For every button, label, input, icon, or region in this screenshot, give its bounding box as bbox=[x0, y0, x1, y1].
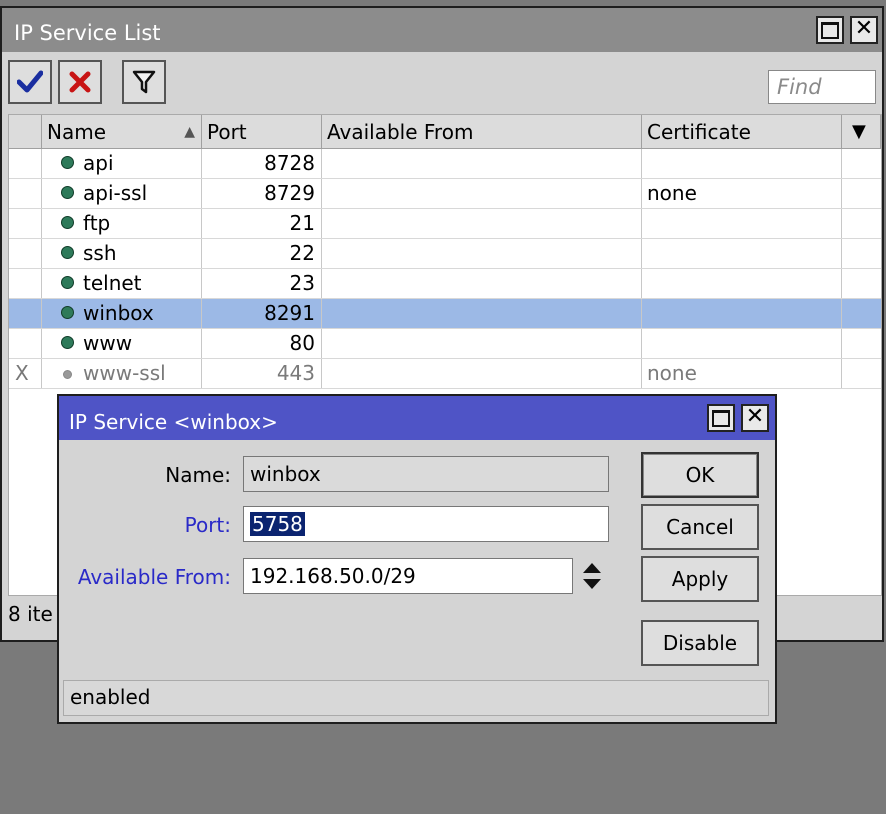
maximize-icon bbox=[821, 21, 839, 39]
disable-dialog-button[interactable]: Disable bbox=[641, 620, 759, 666]
column-menu-button[interactable]: ▼ bbox=[842, 115, 881, 148]
table-row[interactable]: api 8728 bbox=[9, 149, 881, 179]
column-header-available-from[interactable]: Available From bbox=[322, 115, 642, 148]
dropdown-arrow-icon: ▼ bbox=[852, 121, 866, 142]
name-field: winbox bbox=[243, 456, 609, 492]
window-title: IP Service List bbox=[14, 21, 161, 45]
close-icon: ✕ bbox=[854, 16, 874, 41]
dialog-close-button[interactable]: ✕ bbox=[741, 404, 769, 432]
add-remove-spinner[interactable] bbox=[581, 560, 603, 592]
ip-service-dialog: IP Service <winbox> ✕ Name: winbox Port:… bbox=[57, 394, 777, 724]
table-row[interactable]: api-ssl 8729 none bbox=[9, 179, 881, 209]
dialog-maximize-button[interactable] bbox=[707, 404, 735, 432]
enabled-dot-icon bbox=[61, 336, 74, 349]
maximize-button[interactable] bbox=[816, 16, 844, 44]
enabled-dot-icon bbox=[61, 246, 74, 259]
enable-button[interactable] bbox=[8, 60, 52, 104]
table-row[interactable]: telnet 23 bbox=[9, 269, 881, 299]
disabled-dot-icon bbox=[63, 370, 72, 379]
port-label: Port: bbox=[184, 513, 231, 537]
table-row[interactable]: ssh 22 bbox=[9, 239, 881, 269]
table-row[interactable]: www 80 bbox=[9, 329, 881, 359]
ok-button[interactable]: OK bbox=[641, 452, 759, 498]
available-from-label: Available From: bbox=[77, 565, 231, 589]
disabled-flag: X bbox=[9, 359, 42, 388]
sort-ascending-icon: ▲ bbox=[184, 124, 195, 140]
dialog-titlebar[interactable]: IP Service <winbox> ✕ bbox=[59, 396, 775, 440]
table-row-disabled[interactable]: X www-ssl 443 none bbox=[9, 359, 881, 389]
close-button[interactable]: ✕ bbox=[850, 16, 878, 44]
name-label: Name: bbox=[165, 463, 231, 487]
filter-button[interactable] bbox=[122, 60, 166, 104]
apply-button[interactable]: Apply bbox=[641, 556, 759, 602]
column-header-name[interactable]: Name ▲ bbox=[42, 115, 202, 148]
enabled-dot-icon bbox=[61, 216, 74, 229]
up-down-arrows-icon bbox=[583, 563, 601, 589]
disable-button[interactable] bbox=[58, 60, 102, 104]
table-row[interactable]: ftp 21 bbox=[9, 209, 881, 239]
available-from-field[interactable]: 192.168.50.0/29 bbox=[243, 558, 573, 594]
close-icon: ✕ bbox=[745, 404, 765, 429]
window-titlebar[interactable]: IP Service List ✕ bbox=[2, 8, 882, 52]
filter-icon bbox=[132, 70, 156, 94]
dialog-title: IP Service <winbox> bbox=[69, 410, 278, 434]
column-header-port[interactable]: Port bbox=[202, 115, 322, 148]
red-x-icon bbox=[69, 71, 91, 93]
enabled-dot-icon bbox=[61, 276, 74, 289]
table-row-selected[interactable]: winbox 8291 bbox=[9, 299, 881, 329]
enabled-dot-icon bbox=[61, 186, 74, 199]
checkmark-icon bbox=[17, 70, 43, 93]
enabled-dot-icon bbox=[61, 156, 74, 169]
dialog-status-bar: enabled bbox=[63, 680, 769, 716]
find-input[interactable] bbox=[768, 70, 876, 104]
port-value: 5758 bbox=[250, 512, 305, 536]
cancel-button[interactable]: Cancel bbox=[641, 504, 759, 550]
header-flag bbox=[9, 115, 42, 148]
maximize-icon bbox=[712, 409, 730, 427]
column-header-certificate[interactable]: Certificate bbox=[642, 115, 842, 148]
table-header: Name ▲ Port Available From Certificate ▼ bbox=[9, 115, 881, 149]
enabled-dot-icon bbox=[61, 306, 74, 319]
item-count: 8 ite bbox=[8, 602, 53, 626]
port-field[interactable]: 5758 bbox=[243, 506, 609, 542]
